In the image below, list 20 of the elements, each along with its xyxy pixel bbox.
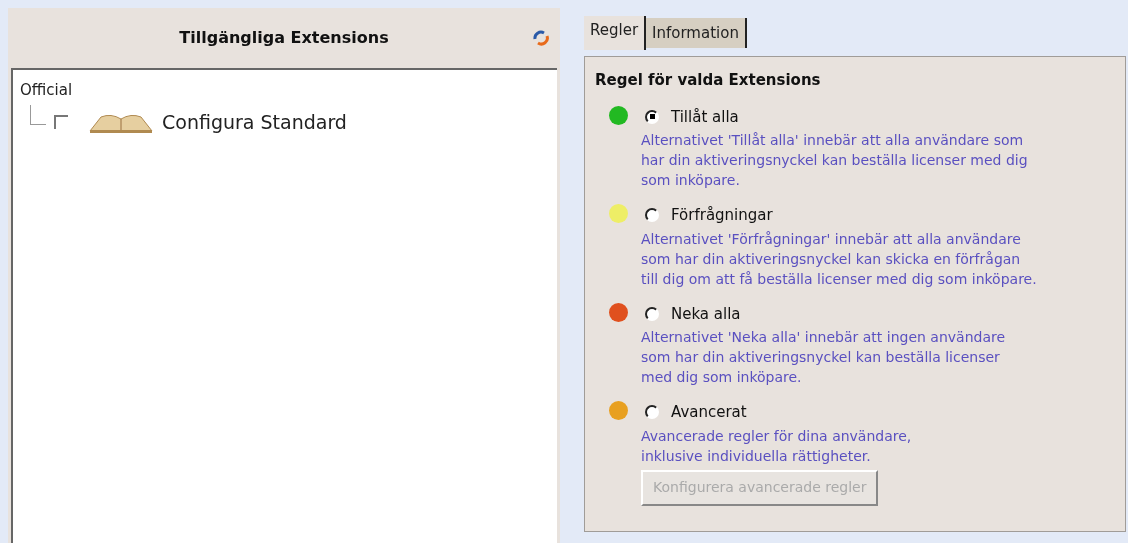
- tree-node-label[interactable]: Official: [20, 81, 73, 99]
- radio-button[interactable]: [645, 109, 659, 124]
- radio-button[interactable]: [645, 208, 659, 223]
- tab[interactable]: Information: [646, 18, 747, 48]
- radio-button[interactable]: [645, 405, 659, 420]
- option-label[interactable]: Avancerat: [671, 401, 747, 424]
- option-description: Alternativet 'Neka alla' innebär att ingen användare som har din aktiveringsnyckel kan beställa licenser med dig som inköpare.: [641, 328, 1006, 387]
- tree-node-label[interactable]: Configura Standard: [162, 108, 347, 137]
- radio-button[interactable]: [645, 306, 659, 321]
- option-description: Alternativet 'Förfrågningar' innebär att alla användare som har din aktiveringsnyckel kan skicka en förfrågan till dig om att få beställa licenser med dig som inköpare.: [641, 229, 1037, 289]
- option-label[interactable]: Förfrågningar: [671, 204, 773, 227]
- tree-connector-line: [30, 105, 46, 126]
- panel-title: Tillgängliga Extensions: [179, 27, 389, 49]
- option-description: Avancerade regler för dina användare, inklusive individuella rättigheter.: [641, 426, 912, 466]
- option-label[interactable]: Neka alla: [671, 302, 741, 325]
- tab[interactable]: Regler: [584, 16, 647, 50]
- option-label[interactable]: Tillåt alla: [671, 105, 739, 128]
- refresh-icon[interactable]: [532, 30, 550, 46]
- section-title: Regel för valda Extensions: [595, 70, 822, 91]
- option-description: Alternativet 'Tillåt alla' innebär att alla användare som har din aktiveringsnyckel kan beställa licenser med dig som inköpare.: [641, 131, 1028, 190]
